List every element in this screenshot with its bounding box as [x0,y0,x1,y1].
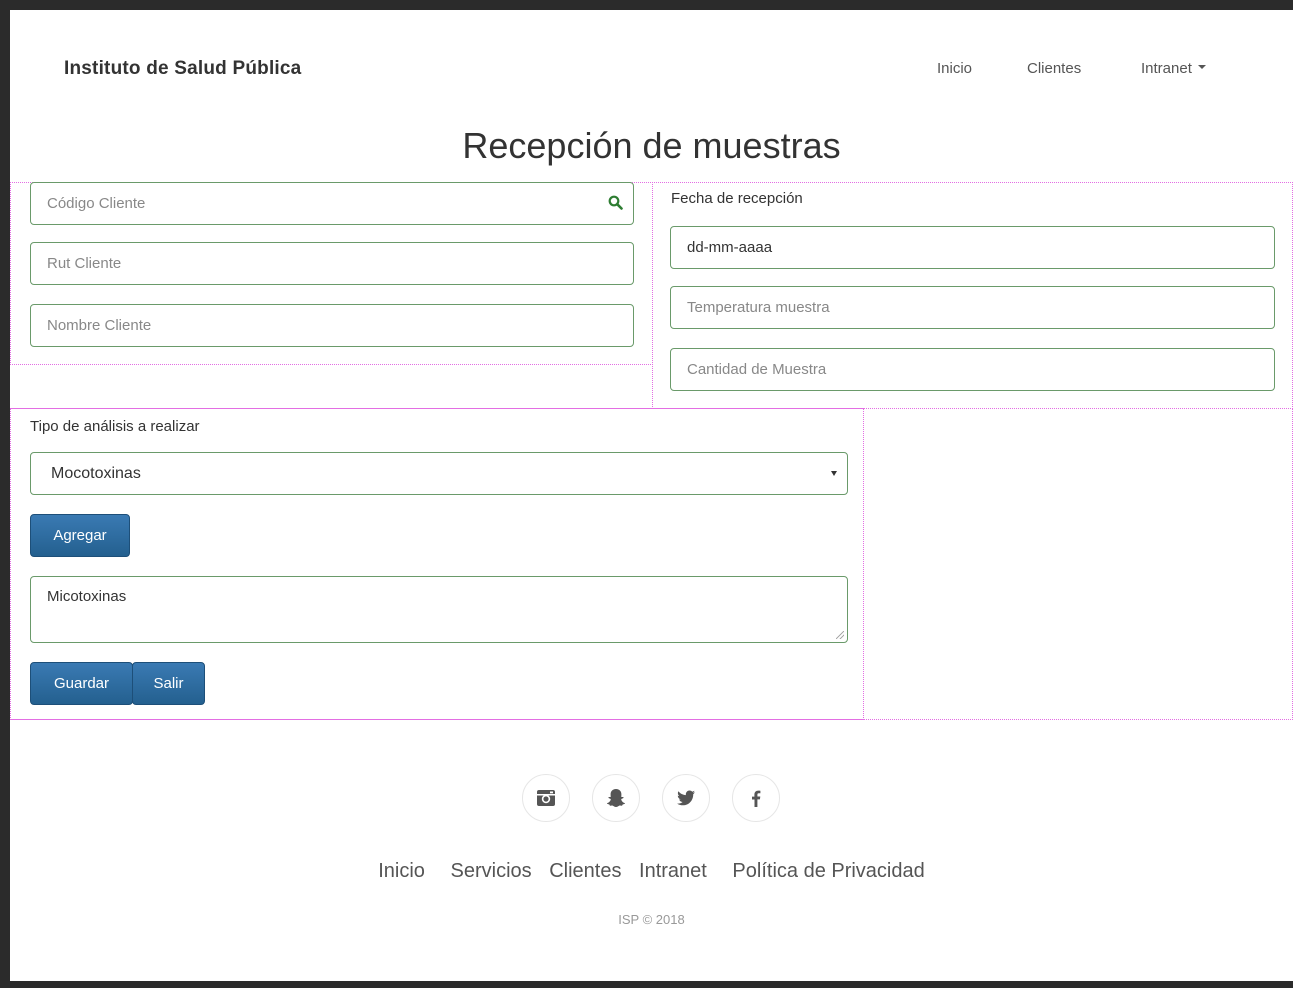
agregar-button[interactable]: Agregar [30,514,130,557]
codigo-cliente-input[interactable]: Código Cliente [30,182,634,225]
footer-link-clientes[interactable]: Clientes [549,860,621,882]
fecha-recepcion-value: dd-mm-aaaa [687,239,773,256]
facebook-glyph [752,790,761,807]
footer-link-intranet[interactable]: Intranet [639,860,707,882]
nombre-cliente-placeholder: Nombre Cliente [47,317,152,334]
nav-intranet-label: Intranet [1141,60,1192,77]
fecha-recepcion-label: Fecha de recepción [671,190,803,207]
temperatura-muestra-input[interactable]: Temperatura muestra [670,286,1275,329]
tipo-analisis-label: Tipo de análisis a realizar [30,418,200,435]
search-icon[interactable] [608,195,623,210]
facebook-icon[interactable] [732,774,780,822]
analisis-textarea-value: Micotoxinas [47,588,127,605]
guardar-button[interactable]: Guardar [30,662,133,705]
brand-title[interactable]: Instituto de Salud Pública [64,58,301,80]
rut-cliente-placeholder: Rut Cliente [47,255,122,272]
nav-intranet-dropdown[interactable]: Intranet [1141,60,1206,77]
codigo-cliente-placeholder: Código Cliente [47,195,146,212]
rut-cliente-input[interactable]: Rut Cliente [30,242,634,285]
footer-link-privacidad[interactable]: Política de Privacidad [732,860,924,882]
cantidad-placeholder: Cantidad de Muestra [687,361,827,378]
footer-nav: Inicio Servicios Clientes Intranet Polít… [10,860,1293,883]
nav-clientes[interactable]: Clientes [1027,60,1081,77]
caret-down-icon [1197,65,1206,70]
resize-handle-icon[interactable] [836,631,844,639]
copyright: ISP © 2018 [618,912,685,927]
page: Instituto de Salud Pública Inicio Client… [10,10,1293,981]
nombre-cliente-input[interactable]: Nombre Cliente [30,304,634,347]
tipo-analisis-selected: Mocotoxinas [51,465,141,482]
page-title: Recepción de muestras [462,125,841,166]
instagram-glyph [537,790,555,806]
nav-inicio[interactable]: Inicio [937,60,972,77]
select-arrow-icon [831,471,837,476]
temperatura-placeholder: Temperatura muestra [687,299,830,316]
twitter-icon[interactable] [662,774,710,822]
snapchat-glyph [606,789,626,807]
salir-button[interactable]: Salir [132,662,205,705]
fecha-recepcion-input[interactable]: dd-mm-aaaa [670,226,1275,269]
analisis-textarea[interactable]: Micotoxinas [30,576,848,643]
footer-link-servicios[interactable]: Servicios [451,860,532,882]
tipo-analisis-select[interactable]: Mocotoxinas [30,452,848,495]
snapchat-icon[interactable] [592,774,640,822]
footer-link-inicio[interactable]: Inicio [378,860,425,882]
twitter-glyph [677,790,695,806]
cantidad-muestra-input[interactable]: Cantidad de Muestra [670,348,1275,391]
instagram-icon[interactable] [522,774,570,822]
